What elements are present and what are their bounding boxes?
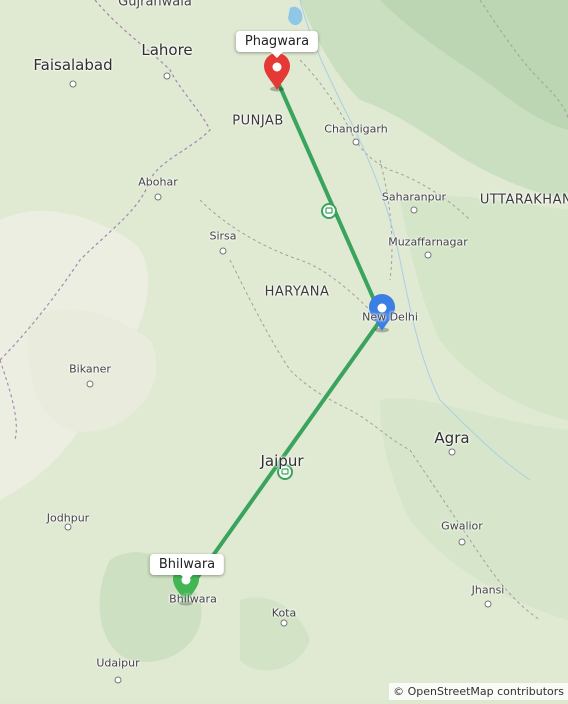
label-jodhpur: Jodhpur xyxy=(46,511,90,525)
label-chandigarh: Chandigarh xyxy=(324,122,388,136)
label-muzaffarnagar: Muzaffarnagar xyxy=(388,235,468,249)
label-haryana: HARYANA xyxy=(264,284,330,300)
udaipur-dot xyxy=(114,676,122,684)
destination-callout[interactable]: Bhilwara xyxy=(149,554,225,581)
jhansi-dot xyxy=(484,600,492,608)
map-canvas[interactable]: Gujranwala Lahore Faisalabad PUNJAB Chan… xyxy=(0,0,568,700)
saharanpur-dot xyxy=(410,206,418,214)
label-kota: Kota xyxy=(271,606,297,620)
label-abohar: Abohar xyxy=(138,175,178,189)
label-new-delhi: New Delhi xyxy=(362,310,418,324)
label-bhilwara-city: Bhilwara xyxy=(169,592,217,606)
label-saharanpur: Saharanpur xyxy=(381,190,447,204)
label-gwalior: Gwalior xyxy=(441,519,483,533)
agra-dot xyxy=(448,448,456,456)
faisalabad-dot xyxy=(69,80,77,88)
kota-dot xyxy=(280,619,288,627)
abohar-dot xyxy=(154,193,162,201)
bikaner-dot xyxy=(86,380,94,388)
muzaffarnagar-dot xyxy=(424,251,432,259)
label-jhansi: Jhansi xyxy=(471,583,505,597)
gwalior-dot xyxy=(458,538,466,546)
label-sirsa: Sirsa xyxy=(209,229,237,243)
label-gujranwala: Gujranwala xyxy=(118,0,192,10)
label-udaipur: Udaipur xyxy=(96,656,140,670)
label-bikaner: Bikaner xyxy=(69,362,111,376)
map-attribution[interactable]: © OpenStreetMap contributors xyxy=(389,683,568,700)
route-toll-icon-1 xyxy=(321,203,337,219)
label-uttarakhand: UTTARAKHAN xyxy=(479,192,568,208)
origin-callout[interactable]: Phagwara xyxy=(235,31,319,58)
chandigarh-dot xyxy=(352,138,360,146)
label-punjab: PUNJAB xyxy=(232,113,284,129)
label-jaipur: Jaipur xyxy=(260,452,304,470)
label-faisalabad: Faisalabad xyxy=(33,56,113,74)
lahore-dot xyxy=(163,72,171,80)
label-lahore: Lahore xyxy=(141,41,193,59)
sirsa-dot xyxy=(219,247,227,255)
label-agra: Agra xyxy=(434,429,470,447)
jodhpur-dot xyxy=(64,523,72,531)
